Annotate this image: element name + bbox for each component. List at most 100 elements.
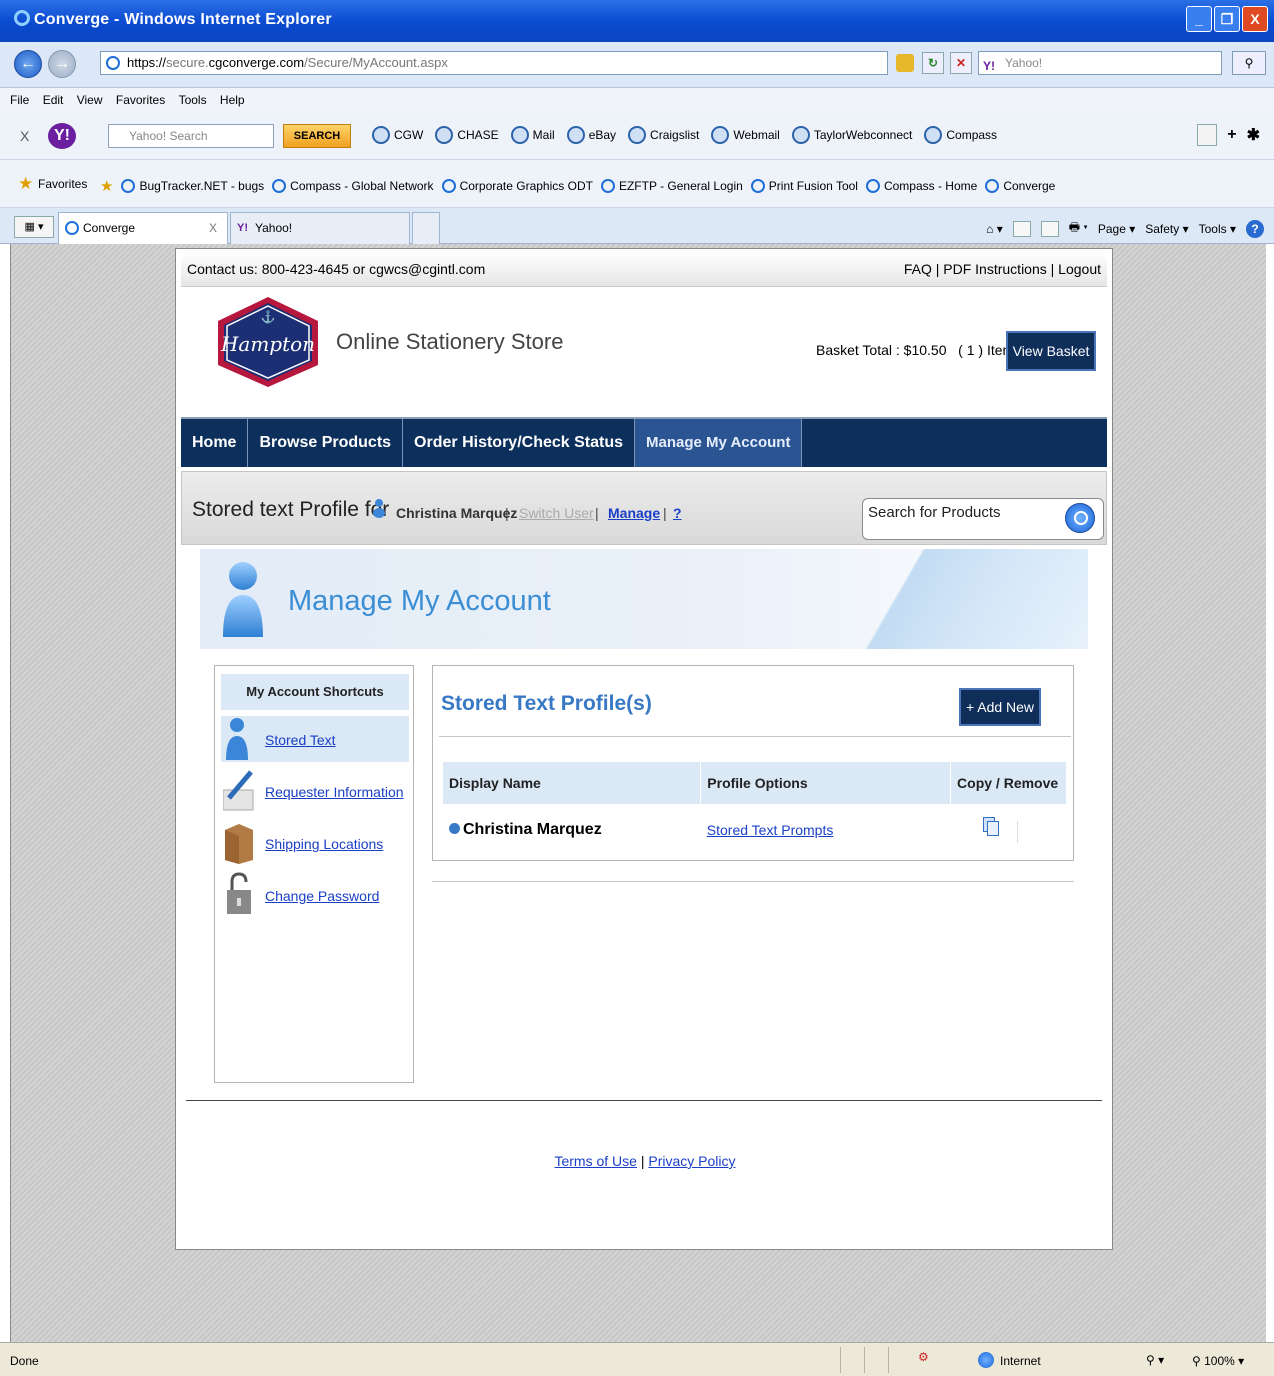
minimize-button[interactable]: _	[1186, 6, 1212, 32]
view-basket-button[interactable]: View Basket	[1006, 331, 1096, 371]
yahoo-icon: Y!	[237, 222, 248, 234]
tab-bar: ▦ ▾ Converge X Y! Yahoo! ⌂ ▾ 🖶 ▾ Page ▾ …	[0, 208, 1274, 244]
privacy-link[interactable]: Privacy Policy	[648, 1153, 735, 1169]
nav-order-history[interactable]: Order History/Check Status	[403, 419, 635, 467]
favorite-ezftp[interactable]: EZFTP - General Login	[600, 177, 743, 195]
safety-menu[interactable]: Safety ▾	[1145, 222, 1188, 236]
toolbar-item-mail[interactable]: Mail	[510, 126, 555, 144]
browser-search-input[interactable]: Y! Yahoo!	[978, 51, 1222, 75]
tab-yahoo[interactable]: Y! Yahoo!	[230, 212, 410, 244]
plus-icon[interactable]: +	[1227, 126, 1236, 144]
shortcut-link[interactable]: Stored Text	[265, 732, 336, 748]
toolbar-item-label: Webmail	[733, 128, 780, 142]
page-icon	[106, 56, 120, 70]
shortcut-shipping-locations[interactable]: Shipping Locations	[221, 820, 409, 866]
browser-search-placeholder: Yahoo!	[1005, 56, 1043, 70]
favorite-compass-home[interactable]: Compass - Home	[865, 177, 977, 195]
yahoo-toolbar-close-button[interactable]: X	[20, 128, 29, 144]
nav-home[interactable]: Home	[181, 419, 249, 467]
help-icon[interactable]: ?	[1246, 219, 1264, 238]
favorite-label: Converge	[1003, 179, 1056, 193]
shortcut-requester-information[interactable]: Requester Information	[221, 768, 409, 814]
back-button[interactable]: ←	[14, 50, 42, 78]
print-icon[interactable]: 🖶 ▾	[1069, 218, 1088, 239]
favorite-compass-global[interactable]: Compass - Global Network	[272, 177, 434, 195]
quick-tabs-button[interactable]: ▦ ▾	[14, 216, 54, 238]
profiles-table: Display Name Profile Options Copy / Remo…	[443, 762, 1067, 856]
product-search-input[interactable]: Search for Products	[862, 498, 1104, 540]
shortcut-stored-text[interactable]: Stored Text	[221, 716, 409, 762]
lock-icon[interactable]	[896, 54, 914, 72]
favorites-button[interactable]: Favorites	[38, 177, 87, 191]
restore-button[interactable]: ❐	[1214, 6, 1240, 32]
nav-manage-account[interactable]: Manage My Account	[635, 419, 803, 467]
ie-logo-icon	[14, 10, 30, 26]
favorite-bugtracker[interactable]: BugTracker.NET - bugs	[121, 177, 264, 195]
nav-browse-products[interactable]: Browse Products	[248, 419, 404, 467]
stop-button[interactable]: ✕	[950, 52, 972, 74]
toolbar-item-craigslist[interactable]: Craigslist	[628, 126, 699, 144]
add-new-button[interactable]: + Add New	[959, 688, 1041, 726]
toolbar-item-taylorwebconnect[interactable]: TaylorWebconnect	[791, 126, 912, 144]
address-input[interactable]: https://secure.cgconverge.com/Secure/MyA…	[100, 51, 888, 75]
favorites-star-icon[interactable]: ★	[18, 174, 33, 194]
feeds-icon[interactable]	[1012, 220, 1031, 237]
close-window-button[interactable]: X	[1242, 6, 1268, 32]
toolbar-item-compass[interactable]: Compass	[924, 126, 997, 144]
gear-icon[interactable]: ✱	[1247, 125, 1260, 145]
home-icon[interactable]: ⌂ ▾	[986, 222, 1003, 236]
toolbar-item-ebay[interactable]: eBay	[566, 126, 616, 144]
refresh-button[interactable]: ↻	[922, 52, 944, 74]
protected-mode-icon[interactable]: ⚲ ▾	[1146, 1353, 1164, 1367]
hampton-logo[interactable]: ⚓ Hampton	[214, 295, 322, 389]
toolbar-item-chase[interactable]: CHASE	[435, 126, 499, 144]
tools-menu[interactable]: Tools ▾	[1199, 222, 1236, 236]
switch-user-link[interactable]: Switch User	[519, 505, 594, 521]
forward-button[interactable]: →	[48, 50, 76, 78]
copy-remove-cell	[951, 804, 1067, 856]
address-toolbar: ← → https://secure.cgconverge.com/Secure…	[0, 42, 1274, 88]
toolbar-options-icon[interactable]	[1197, 124, 1218, 146]
terms-link[interactable]: Terms of Use	[554, 1153, 636, 1169]
divider	[1016, 820, 1018, 843]
popup-blocker-icon[interactable]: ⚙	[918, 1350, 929, 1364]
browser-search-button[interactable]: ⚲	[1232, 51, 1266, 75]
favorite-corporate-graphics[interactable]: Corporate Graphics ODT	[441, 177, 593, 195]
shortcut-link[interactable]: Change Password	[265, 888, 379, 904]
menu-file[interactable]: File	[10, 93, 29, 107]
help-link[interactable]: ?	[673, 505, 682, 521]
menu-help[interactable]: Help	[220, 93, 245, 107]
padlock-icon	[227, 872, 251, 914]
tab-close-button[interactable]: X	[209, 213, 217, 243]
favorite-label: BugTracker.NET - bugs	[139, 179, 265, 193]
new-tab-button[interactable]	[412, 212, 440, 244]
store-name: Online Stationery Store	[336, 329, 564, 354]
menu-favorites[interactable]: Favorites	[116, 93, 165, 107]
favorite-converge[interactable]: Converge	[985, 177, 1055, 195]
favorite-print-fusion[interactable]: Print Fusion Tool	[750, 177, 858, 195]
separator: |	[663, 505, 667, 521]
shortcut-change-password[interactable]: Change Password	[221, 872, 409, 918]
shortcut-link[interactable]: Requester Information	[265, 784, 404, 800]
add-favorite-icon[interactable]: ★	[100, 177, 113, 195]
search-icon[interactable]	[1065, 503, 1095, 533]
menu-edit[interactable]: Edit	[43, 93, 64, 107]
toolbar-item-cgw[interactable]: CGW	[372, 126, 423, 144]
page-menu[interactable]: Page ▾	[1098, 222, 1135, 236]
banner-title: Manage My Account	[288, 585, 551, 617]
yahoo-logo-icon[interactable]: Y!	[48, 123, 76, 149]
yahoo-search-input[interactable]: Yahoo! Search	[108, 124, 274, 148]
stored-text-prompts-link[interactable]: Stored Text Prompts	[707, 822, 834, 838]
chase-icon	[435, 126, 454, 144]
manage-link[interactable]: Manage	[608, 505, 660, 521]
copy-icon[interactable]	[982, 817, 999, 837]
tab-converge[interactable]: Converge X	[58, 212, 228, 244]
menu-view[interactable]: View	[77, 93, 103, 107]
yahoo-search-button[interactable]: SEARCH	[283, 124, 351, 148]
toolbar-item-webmail[interactable]: Webmail	[711, 126, 780, 144]
read-mail-icon[interactable]	[1040, 220, 1059, 237]
shortcut-link[interactable]: Shipping Locations	[265, 836, 383, 852]
top-links[interactable]: FAQ | PDF Instructions | Logout	[904, 261, 1101, 277]
menu-tools[interactable]: Tools	[179, 93, 207, 107]
zoom-level[interactable]: ⚲ 100% ▾	[1192, 1354, 1244, 1368]
